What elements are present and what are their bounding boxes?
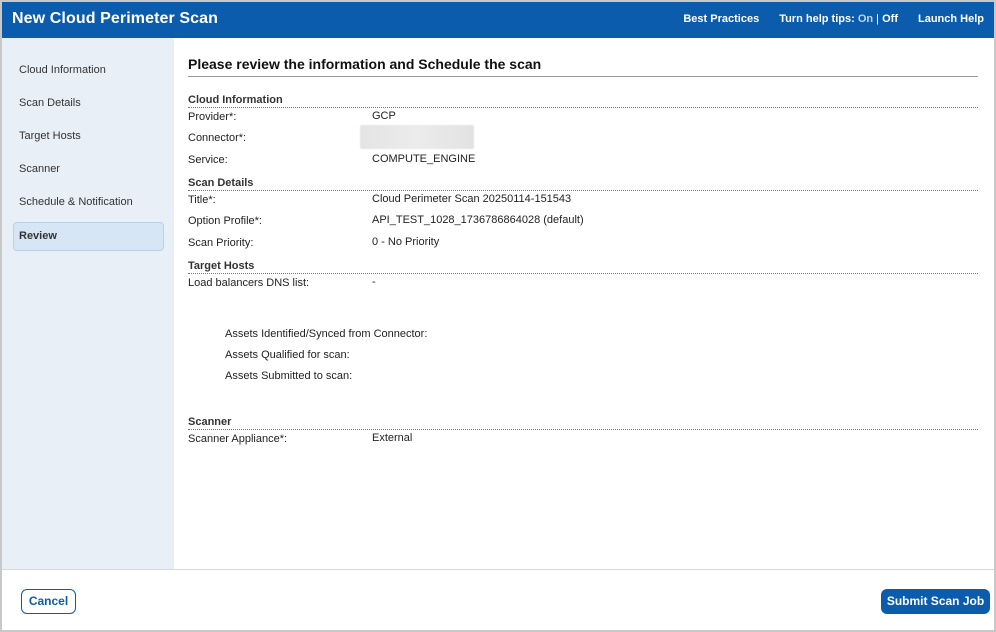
scan-priority-label: Scan Priority: xyxy=(188,237,254,249)
title-value: Cloud Perimeter Scan 20250114-151543 xyxy=(372,193,572,205)
title-label: Title*: xyxy=(188,194,216,206)
provider-value: GCP xyxy=(372,110,396,122)
section-scanner: Scanner xyxy=(188,416,978,430)
sidebar-item-scan-details[interactable]: Scan Details xyxy=(13,89,164,118)
help-tips-separator: | xyxy=(876,13,880,25)
option-profile-label: Option Profile*: xyxy=(188,215,262,227)
wizard-sidebar: Cloud Information Scan Details Target Ho… xyxy=(2,38,174,569)
dialog-footer: Cancel Submit Scan Job xyxy=(2,569,994,630)
review-panel: Please review the information and Schedu… xyxy=(188,38,978,569)
section-target-hosts: Target Hosts xyxy=(188,260,978,274)
service-value: COMPUTE_ENGINE xyxy=(372,153,476,165)
lb-dns-list-value: - xyxy=(372,276,376,288)
scan-priority-value: 0 - No Priority xyxy=(372,236,440,248)
connector-value-redacted xyxy=(360,125,474,149)
page-title: Please review the information and Schedu… xyxy=(188,56,978,77)
help-tips-label: Turn help tips: xyxy=(779,13,855,25)
sidebar-item-review[interactable]: Review xyxy=(13,222,164,251)
sidebar-item-scanner[interactable]: Scanner xyxy=(13,155,164,184)
launch-help-link[interactable]: Launch Help xyxy=(918,13,984,25)
assets-submitted-label: Assets Submitted to scan: xyxy=(225,370,353,382)
provider-label: Provider*: xyxy=(188,111,237,123)
help-tips-toggle: Turn help tips: On | Off xyxy=(779,13,898,25)
assets-identified-label: Assets Identified/Synced from Connector: xyxy=(225,328,428,340)
sidebar-item-cloud-information[interactable]: Cloud Information xyxy=(13,56,164,85)
option-profile-value: API_TEST_1028_1736786864028 (default) xyxy=(372,214,584,226)
cancel-button[interactable]: Cancel xyxy=(21,589,76,614)
help-tips-on-link[interactable]: On xyxy=(858,13,873,25)
sidebar-item-target-hosts[interactable]: Target Hosts xyxy=(13,122,164,151)
scanner-appliance-value: External xyxy=(372,432,413,444)
lb-dns-list-label: Load balancers DNS list: xyxy=(188,277,310,289)
service-label: Service: xyxy=(188,154,228,166)
help-tips-off-link[interactable]: Off xyxy=(882,13,898,25)
submit-scan-job-button[interactable]: Submit Scan Job xyxy=(881,589,990,614)
best-practices-link[interactable]: Best Practices xyxy=(683,13,759,25)
new-cloud-perimeter-scan-dialog: New Cloud Perimeter Scan Best Practices … xyxy=(0,0,996,632)
section-scan-details: Scan Details xyxy=(188,177,978,191)
header-links: Best Practices Turn help tips: On | Off … xyxy=(683,13,984,25)
dialog-title: New Cloud Perimeter Scan xyxy=(12,10,219,27)
section-cloud-information: Cloud Information xyxy=(188,94,978,108)
assets-qualified-label: Assets Qualified for scan: xyxy=(225,349,350,361)
connector-label: Connector*: xyxy=(188,132,247,144)
scanner-appliance-label: Scanner Appliance*: xyxy=(188,433,288,445)
dialog-header: New Cloud Perimeter Scan Best Practices … xyxy=(2,2,994,38)
sidebar-item-schedule-notification[interactable]: Schedule & Notification xyxy=(13,188,164,217)
